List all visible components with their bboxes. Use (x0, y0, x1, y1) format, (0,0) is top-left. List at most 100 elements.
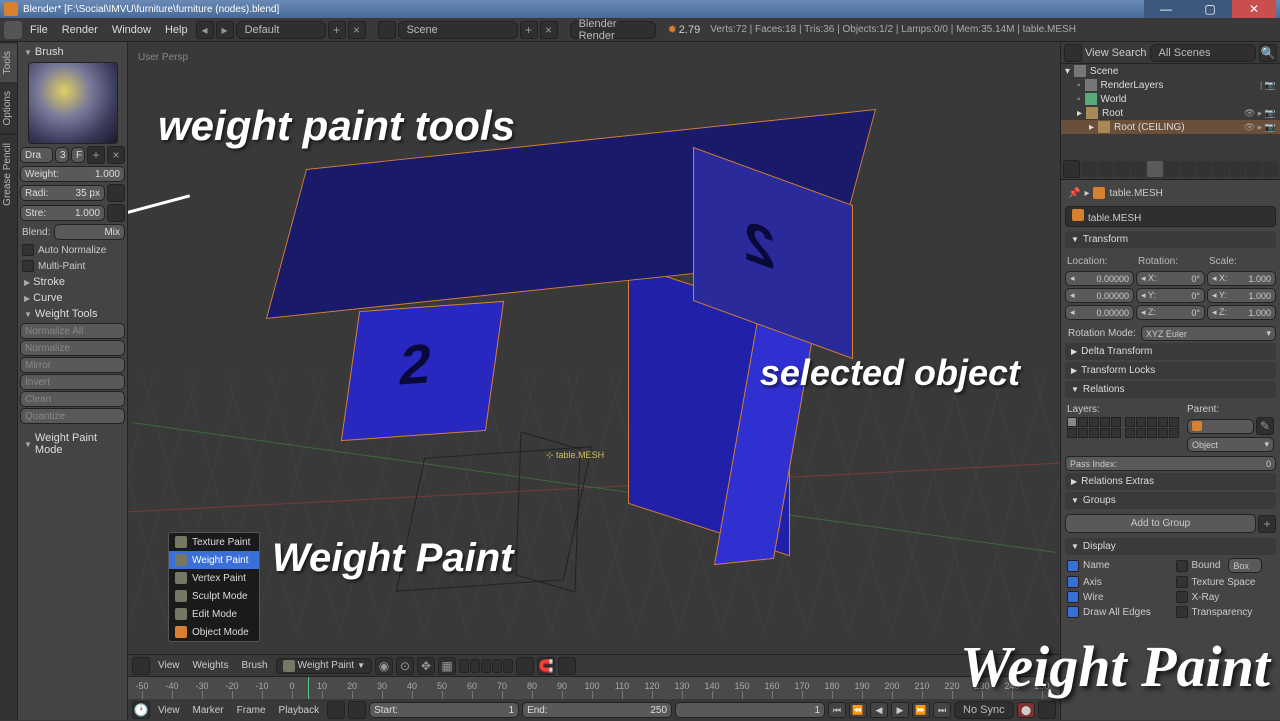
layers-block-2[interactable] (1125, 417, 1179, 438)
parent-type-select[interactable]: Object▾ (1187, 437, 1274, 452)
outliner-view-menu[interactable]: View (1085, 47, 1109, 59)
loc-y-field[interactable]: ◂0.00000 (1065, 288, 1134, 303)
ptab-render[interactable] (1081, 161, 1096, 177)
scene-add-button[interactable]: + (520, 21, 538, 39)
tl-marker-menu[interactable]: Marker (188, 703, 229, 718)
mode-texture-paint[interactable]: Texture Paint (169, 533, 259, 551)
group-add-button[interactable]: + (1258, 515, 1276, 533)
tl-frame-menu[interactable]: Frame (232, 703, 271, 718)
ptab-particles[interactable] (1246, 161, 1261, 177)
display-xray-check[interactable]: X-Ray (1174, 590, 1277, 604)
forward-button[interactable]: ▸ (216, 21, 234, 39)
sync-select[interactable]: No Sync (954, 701, 1014, 719)
ptab-renderlayers[interactable] (1098, 161, 1113, 177)
brush-delete-button[interactable]: × (107, 146, 125, 164)
strength-pressure-icon[interactable] (107, 204, 125, 222)
menu-help[interactable]: Help (159, 22, 194, 38)
weight-paint-mode-toggle[interactable]: Weight Paint Mode (20, 430, 125, 458)
ptab-modifiers[interactable] (1180, 161, 1195, 177)
weight-tools-panel-header[interactable]: Weight Tools (20, 306, 125, 322)
display-wire-check[interactable]: Wire (1065, 590, 1168, 604)
preview-range-icon[interactable] (348, 701, 366, 719)
relations-header[interactable]: Relations (1065, 381, 1276, 398)
pass-index-field[interactable]: Pass Index:0 (1065, 456, 1276, 471)
layout-add-button[interactable]: + (328, 21, 346, 39)
transform-locks-header[interactable]: Transform Locks (1065, 362, 1276, 379)
strength-field[interactable]: Stre:1.000 (20, 205, 105, 221)
editor-type-icon[interactable] (1063, 160, 1080, 178)
timeline-ruler[interactable]: -50-40-30-20-100102030405060708090100110… (128, 677, 1060, 699)
auto-normalize-check[interactable]: Auto Normalize (20, 242, 125, 258)
pin-icon[interactable]: 📌 (1068, 188, 1080, 199)
normalize-button[interactable]: Normalize (20, 340, 125, 356)
curve-panel-header[interactable]: Curve (20, 290, 125, 306)
tab-grease-pencil[interactable]: Grease Pencil (0, 134, 17, 214)
keyframe-prev-button[interactable]: ⏪ (849, 702, 867, 718)
current-frame-field[interactable]: 1 (675, 702, 825, 718)
relations-extras-header[interactable]: Relations Extras (1065, 473, 1276, 490)
viewport-shading-icon[interactable]: ◉ (375, 657, 393, 675)
scale-y-field[interactable]: ◂ Y:1.000 (1207, 288, 1276, 303)
add-to-group-button[interactable]: Add to Group (1065, 514, 1256, 533)
outliner-renderlayers[interactable]: ◦RenderLayers | 📷 (1061, 78, 1280, 92)
jump-start-button[interactable]: ⏮ (828, 702, 846, 718)
search-icon[interactable]: 🔍 (1259, 44, 1277, 62)
editor-type-icon[interactable] (1064, 44, 1082, 62)
ptab-constraints[interactable] (1164, 161, 1179, 177)
menu-file[interactable]: File (24, 22, 54, 38)
brush-preview[interactable] (28, 62, 118, 144)
radius-field[interactable]: Radi:35 px (20, 185, 105, 201)
layout-delete-button[interactable]: × (348, 21, 366, 39)
maximize-button[interactable]: ▢ (1188, 0, 1232, 18)
brush-panel-header[interactable]: Brush (20, 44, 125, 60)
mode-vertex-paint[interactable]: Vertex Paint (169, 569, 259, 587)
close-button[interactable]: ✕ (1232, 0, 1276, 18)
outliner-tree[interactable]: ▾Scene ◦RenderLayers | 📷 ◦World ▸Root👁 ▸… (1061, 64, 1280, 158)
transform-panel-header[interactable]: Transform (1065, 231, 1276, 248)
play-reverse-button[interactable]: ◀ (870, 702, 888, 718)
loc-x-field[interactable]: ◂0.00000 (1065, 271, 1134, 286)
jump-end-button[interactable]: ⏭ (933, 702, 951, 718)
ptab-data[interactable] (1197, 161, 1212, 177)
auto-keyframe-button[interactable]: ⬤ (1017, 702, 1035, 718)
minimize-button[interactable]: — (1144, 0, 1188, 18)
parent-eyedrop-icon[interactable]: ✎ (1256, 417, 1274, 435)
normalize-all-button[interactable]: Normalize All (20, 323, 125, 339)
ptab-scene[interactable] (1114, 161, 1129, 177)
brush-menu[interactable]: Brush (236, 658, 272, 673)
outliner-root[interactable]: ▸Root👁 ▸ 📷 (1061, 106, 1280, 120)
mode-object[interactable]: Object Mode (169, 623, 259, 641)
start-frame-field[interactable]: Start:1 (369, 702, 519, 718)
mode-dropdown[interactable]: Weight Paint▼ (276, 658, 372, 674)
brush-fake-user[interactable]: F (71, 147, 85, 163)
ptab-texture[interactable] (1230, 161, 1245, 177)
parent-field[interactable] (1187, 419, 1254, 434)
tab-options[interactable]: Options (0, 82, 17, 133)
brush-name-field[interactable]: Dra (20, 147, 53, 163)
menu-window[interactable]: Window (106, 22, 157, 38)
rot-y-field[interactable]: ◂ Y:0° (1136, 288, 1205, 303)
blend-mode-select[interactable]: Mix (54, 224, 125, 240)
scale-x-field[interactable]: ◂ X:1.000 (1207, 271, 1276, 286)
brush-users[interactable]: 3 (55, 147, 69, 163)
multi-paint-check[interactable]: Multi-Paint (20, 258, 125, 274)
invert-button[interactable]: Invert (20, 374, 125, 390)
weight-field[interactable]: Weight:1.000 (20, 166, 125, 182)
groups-header[interactable]: Groups (1065, 492, 1276, 509)
mode-weight-paint[interactable]: Weight Paint (169, 551, 259, 569)
layers-block-1[interactable] (1067, 417, 1121, 438)
loc-z-field[interactable]: ◂0.00000 (1065, 305, 1134, 320)
range-icon[interactable] (327, 701, 345, 719)
back-button[interactable]: ◂ (196, 21, 214, 39)
visible-layers[interactable] (459, 659, 513, 673)
stroke-panel-header[interactable]: Stroke (20, 274, 125, 290)
object-name-field[interactable]: table.MESH (1065, 206, 1276, 227)
outliner-filter-select[interactable]: All Scenes (1150, 44, 1256, 62)
keying-set-icon[interactable] (1038, 701, 1056, 719)
ptab-world[interactable] (1131, 161, 1146, 177)
render-engine-select[interactable]: Blender Render (570, 21, 656, 39)
scale-z-field[interactable]: ◂ Z:1.000 (1207, 305, 1276, 320)
rotation-mode-select[interactable]: XYZ Euler▾ (1141, 326, 1276, 341)
display-texspace-check[interactable]: Texture Space (1174, 575, 1277, 589)
weights-menu[interactable]: Weights (188, 658, 234, 673)
